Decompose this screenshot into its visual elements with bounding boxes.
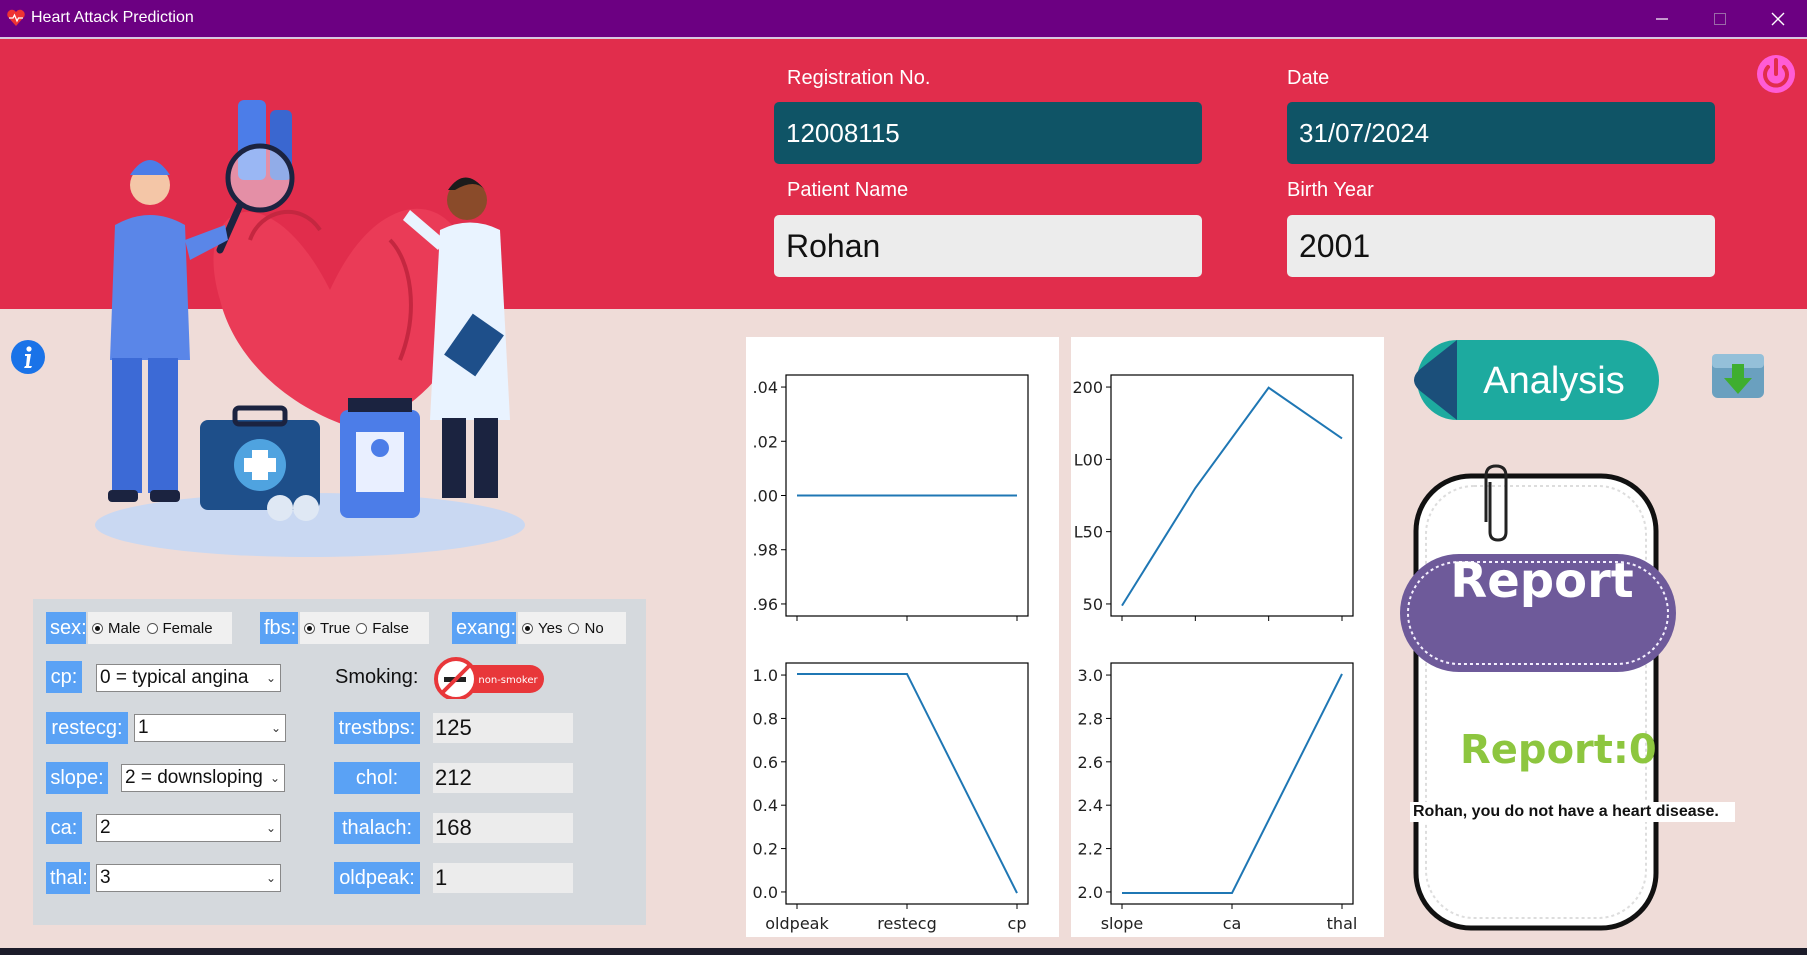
chart-1-ytick-label: L50 bbox=[1074, 523, 1103, 542]
chart-0-ytick-label: .00 bbox=[753, 487, 778, 506]
chart-0-ytick-label: .96 bbox=[753, 595, 778, 614]
chart-2-xtick-label: restecg bbox=[877, 914, 936, 933]
chart-0-ytick-label: .02 bbox=[753, 432, 778, 451]
chart-2-ytick-label: 0.2 bbox=[753, 840, 778, 859]
analysis-button-label: Analysis bbox=[1483, 360, 1625, 402]
download-icon[interactable] bbox=[1708, 348, 1768, 404]
chart-3-xtick-label: ca bbox=[1223, 914, 1242, 933]
chart-2-ytick-label: 0.0 bbox=[753, 883, 778, 902]
report-title: Report bbox=[1450, 553, 1634, 609]
chart-2-ytick-label: 0.4 bbox=[753, 796, 778, 815]
chart-3-ytick-label: 2.0 bbox=[1078, 883, 1103, 902]
chart-3-ytick-label: 2.4 bbox=[1078, 796, 1103, 815]
chart-1-ytick-label: 200 bbox=[1072, 378, 1103, 397]
chart-3-ytick-label: 3.0 bbox=[1078, 666, 1103, 685]
chart-2-ytick-label: 0.6 bbox=[753, 753, 778, 772]
report-card bbox=[1400, 464, 1676, 931]
chart-1-ytick-label: 50 bbox=[1083, 595, 1103, 614]
chart-3-ytick-label: 2.2 bbox=[1078, 840, 1103, 859]
chart-3-ytick-label: 2.8 bbox=[1078, 709, 1103, 728]
chart-2-ytick-label: 0.8 bbox=[753, 709, 778, 728]
analysis-button[interactable]: Analysis bbox=[1409, 338, 1661, 422]
chart-3-xtick-label: slope bbox=[1101, 914, 1144, 933]
chart-3-xtick-label: thal bbox=[1327, 914, 1358, 933]
chart-2-xtick-label: oldpeak bbox=[765, 914, 829, 933]
chart-1-axes-frame bbox=[1110, 374, 1354, 617]
chart-2-axes-frame bbox=[785, 662, 1029, 905]
chart-2-ytick-label: 1.0 bbox=[753, 666, 778, 685]
chart-3-ytick-label: 2.6 bbox=[1078, 753, 1103, 772]
report-message: Rohan, you do not have a heart disease. bbox=[1410, 802, 1735, 822]
chart-2-xtick-label: cp bbox=[1008, 914, 1027, 933]
report-result: Report:0 bbox=[1460, 727, 1657, 773]
taskbar-strip bbox=[0, 948, 1807, 955]
chart-0-ytick-label: .04 bbox=[753, 378, 778, 397]
chart-1-ytick-label: L00 bbox=[1074, 450, 1103, 469]
chart-0-ytick-label: .98 bbox=[753, 541, 778, 560]
chart-3-axes-frame bbox=[1110, 662, 1354, 905]
